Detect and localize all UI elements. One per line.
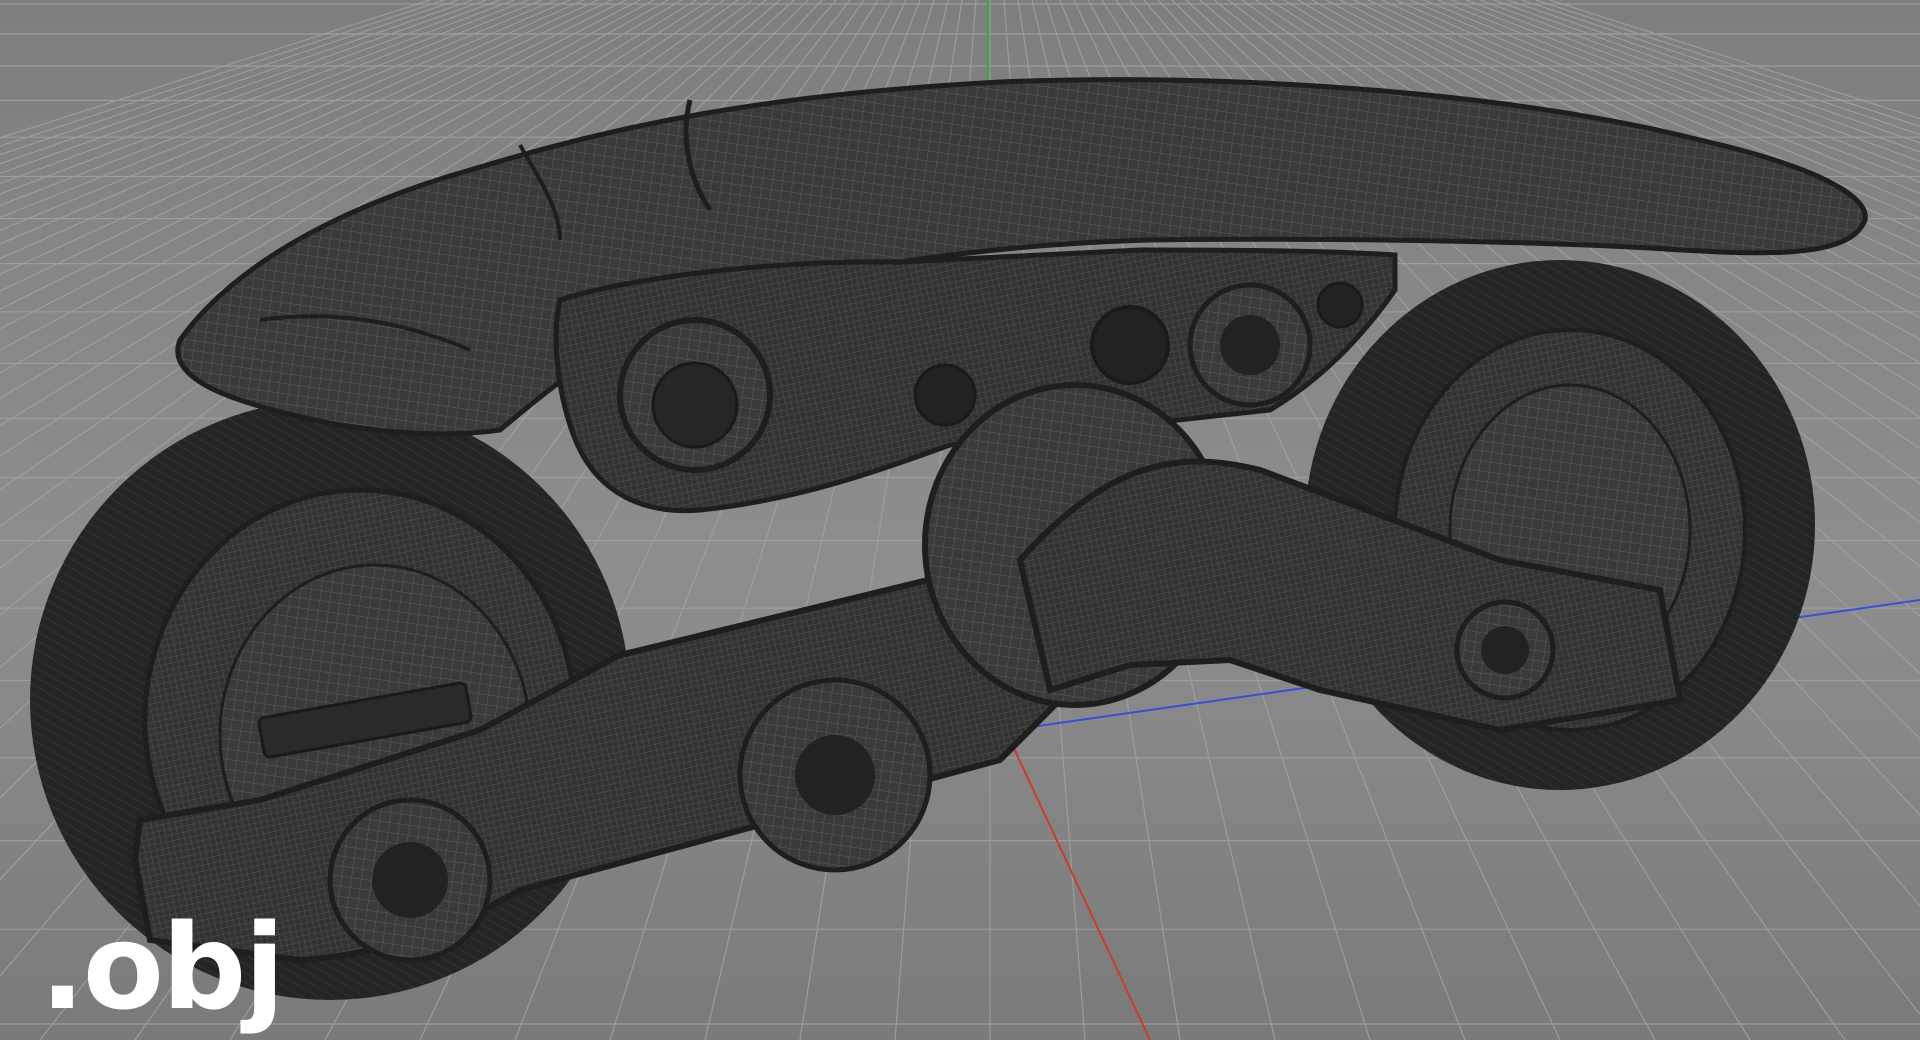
viewport-canvas[interactable]: .obj bbox=[0, 0, 1920, 1040]
3d-viewport[interactable] bbox=[0, 0, 1920, 1040]
file-format-label: .obj bbox=[40, 898, 285, 1036]
